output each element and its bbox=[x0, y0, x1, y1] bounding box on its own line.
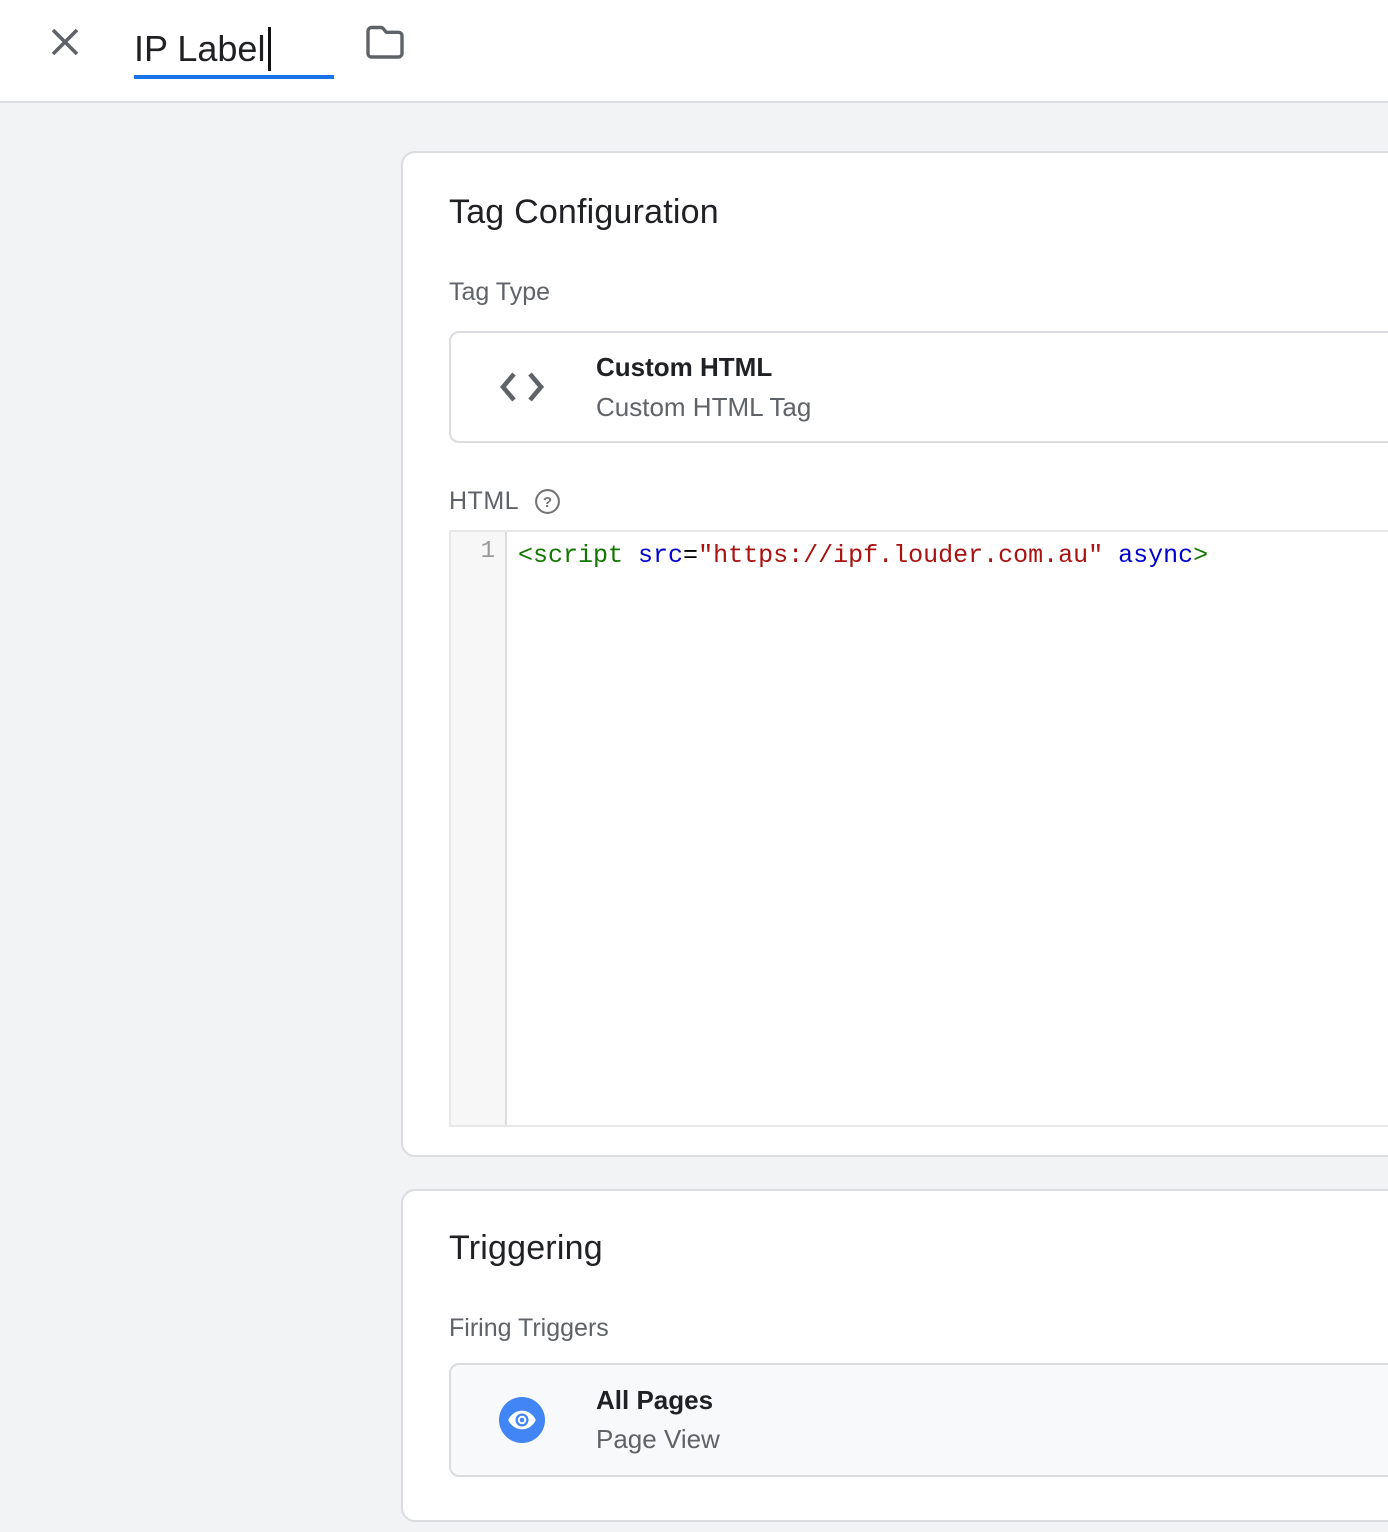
code-token: <script bbox=[518, 541, 623, 570]
pageview-trigger-icon bbox=[499, 1397, 545, 1443]
header-bar: IP Label bbox=[0, 0, 1388, 103]
folder-icon bbox=[363, 22, 407, 60]
page-content: Tag Configuration Tag Type Custom HTML C… bbox=[0, 103, 1388, 1522]
editor-gutter: 1 bbox=[451, 532, 507, 1125]
tag-configuration-title: Tag Configuration bbox=[449, 193, 1388, 232]
close-button[interactable] bbox=[46, 23, 84, 61]
trigger-row-all-pages[interactable]: All Pages Page View bbox=[449, 1363, 1388, 1477]
html-field-header: HTML ? bbox=[449, 487, 1388, 516]
code-token: "https://ipf.louder.com.au" bbox=[698, 541, 1103, 570]
firing-triggers-label: Firing Triggers bbox=[449, 1314, 1388, 1343]
triggering-card: Triggering Firing Triggers All Pages Pag… bbox=[401, 1189, 1388, 1522]
trigger-name: All Pages bbox=[596, 1385, 720, 1416]
tag-name-input[interactable]: IP Label bbox=[134, 14, 334, 79]
code-token: = bbox=[683, 541, 698, 570]
code-token: src bbox=[623, 541, 683, 570]
svg-text:?: ? bbox=[543, 494, 552, 511]
line-number: 1 bbox=[481, 538, 495, 565]
trigger-text: All Pages Page View bbox=[596, 1385, 720, 1455]
tag-type-description: Custom HTML Tag bbox=[596, 392, 811, 423]
html-label: HTML bbox=[449, 487, 519, 516]
tag-type-name: Custom HTML bbox=[596, 352, 811, 383]
help-icon[interactable]: ? bbox=[534, 488, 561, 515]
trigger-type: Page View bbox=[596, 1424, 720, 1455]
triggering-title: Triggering bbox=[449, 1229, 1388, 1268]
code-brackets-icon bbox=[499, 371, 545, 403]
tag-type-text: Custom HTML Custom HTML Tag bbox=[596, 352, 811, 423]
tag-name-value: IP Label bbox=[134, 23, 265, 75]
text-caret bbox=[268, 27, 271, 71]
close-icon bbox=[47, 24, 83, 60]
folder-button[interactable] bbox=[362, 20, 408, 62]
tag-type-selector[interactable]: Custom HTML Custom HTML Tag bbox=[449, 331, 1388, 443]
code-token: async bbox=[1103, 541, 1193, 570]
code-token: > bbox=[1193, 541, 1208, 570]
tag-type-label: Tag Type bbox=[449, 278, 1388, 307]
editor-code-line[interactable]: <script src="https://ipf.louder.com.au" … bbox=[507, 532, 1388, 1125]
html-code-editor[interactable]: 1 <script src="https://ipf.louder.com.au… bbox=[449, 530, 1388, 1127]
tag-configuration-card: Tag Configuration Tag Type Custom HTML C… bbox=[401, 151, 1388, 1157]
